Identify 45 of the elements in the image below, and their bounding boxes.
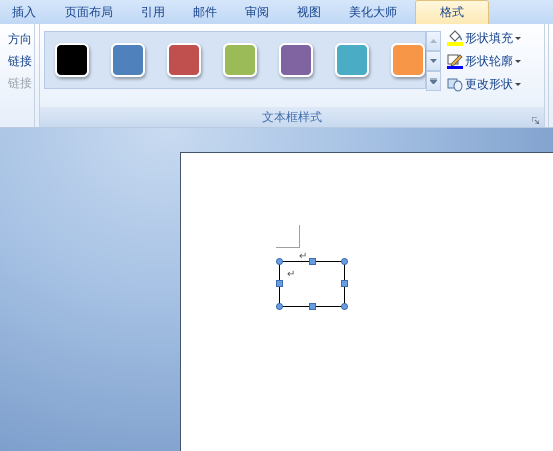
- ribbon-tab[interactable]: 插入: [4, 0, 51, 24]
- shape-command[interactable]: 更改形状: [445, 74, 523, 94]
- ribbon-tab[interactable]: 美化大师: [335, 0, 411, 24]
- triangle-up-icon: [430, 39, 437, 43]
- pencil-icon: [447, 53, 463, 69]
- more-button[interactable]: [426, 71, 441, 91]
- shape-command[interactable]: 形状轮廓: [445, 51, 523, 71]
- shapes-icon: [447, 76, 463, 92]
- resize-handle[interactable]: [309, 258, 316, 265]
- resize-handle[interactable]: [276, 303, 283, 310]
- scroll-down-button[interactable]: [426, 51, 441, 71]
- ribbon-command[interactable]: 方向: [8, 30, 34, 48]
- resize-handle[interactable]: [341, 280, 348, 287]
- style-swatch[interactable]: [55, 43, 89, 77]
- ribbon-tab[interactable]: 视图: [283, 0, 335, 24]
- launcher-icon: [532, 117, 539, 124]
- ribbon-tab[interactable]: 格式: [415, 0, 489, 24]
- dropdown-arrow-icon: [515, 82, 521, 86]
- shape-command[interactable]: 形状填充: [445, 28, 523, 48]
- ribbon-tab[interactable]: 引用: [127, 0, 179, 24]
- ribbon-tab[interactable]: 页面布局: [51, 0, 127, 24]
- resize-handle[interactable]: [309, 303, 316, 310]
- resize-handle[interactable]: [341, 258, 348, 265]
- dropdown-arrow-icon: [515, 60, 521, 62]
- expand-icon: [430, 78, 437, 84]
- style-swatch[interactable]: [279, 43, 313, 77]
- paragraph-mark: ↵: [287, 270, 296, 280]
- style-swatch[interactable]: [223, 43, 257, 77]
- style-swatch[interactable]: [391, 43, 425, 77]
- group-label: 文本框样式: [262, 108, 322, 126]
- resize-handle[interactable]: [276, 258, 283, 265]
- resize-handle[interactable]: [341, 303, 348, 310]
- style-swatch[interactable]: [167, 43, 201, 77]
- dropdown-arrow-icon: [515, 36, 521, 40]
- style-swatch[interactable]: [335, 43, 369, 77]
- triangle-down-icon: [430, 59, 437, 63]
- ribbon-tab[interactable]: 审阅: [231, 0, 283, 24]
- paint-bucket-icon: [447, 30, 463, 46]
- resize-handle[interactable]: [276, 280, 283, 287]
- paragraph-mark: ↵: [299, 252, 308, 262]
- ribbon-command[interactable]: 链接: [8, 52, 34, 70]
- ribbon-tab[interactable]: 邮件: [179, 0, 231, 24]
- style-swatch[interactable]: [111, 43, 145, 77]
- text-box[interactable]: ↵: [279, 261, 345, 307]
- margin-corner-mark: [276, 225, 300, 248]
